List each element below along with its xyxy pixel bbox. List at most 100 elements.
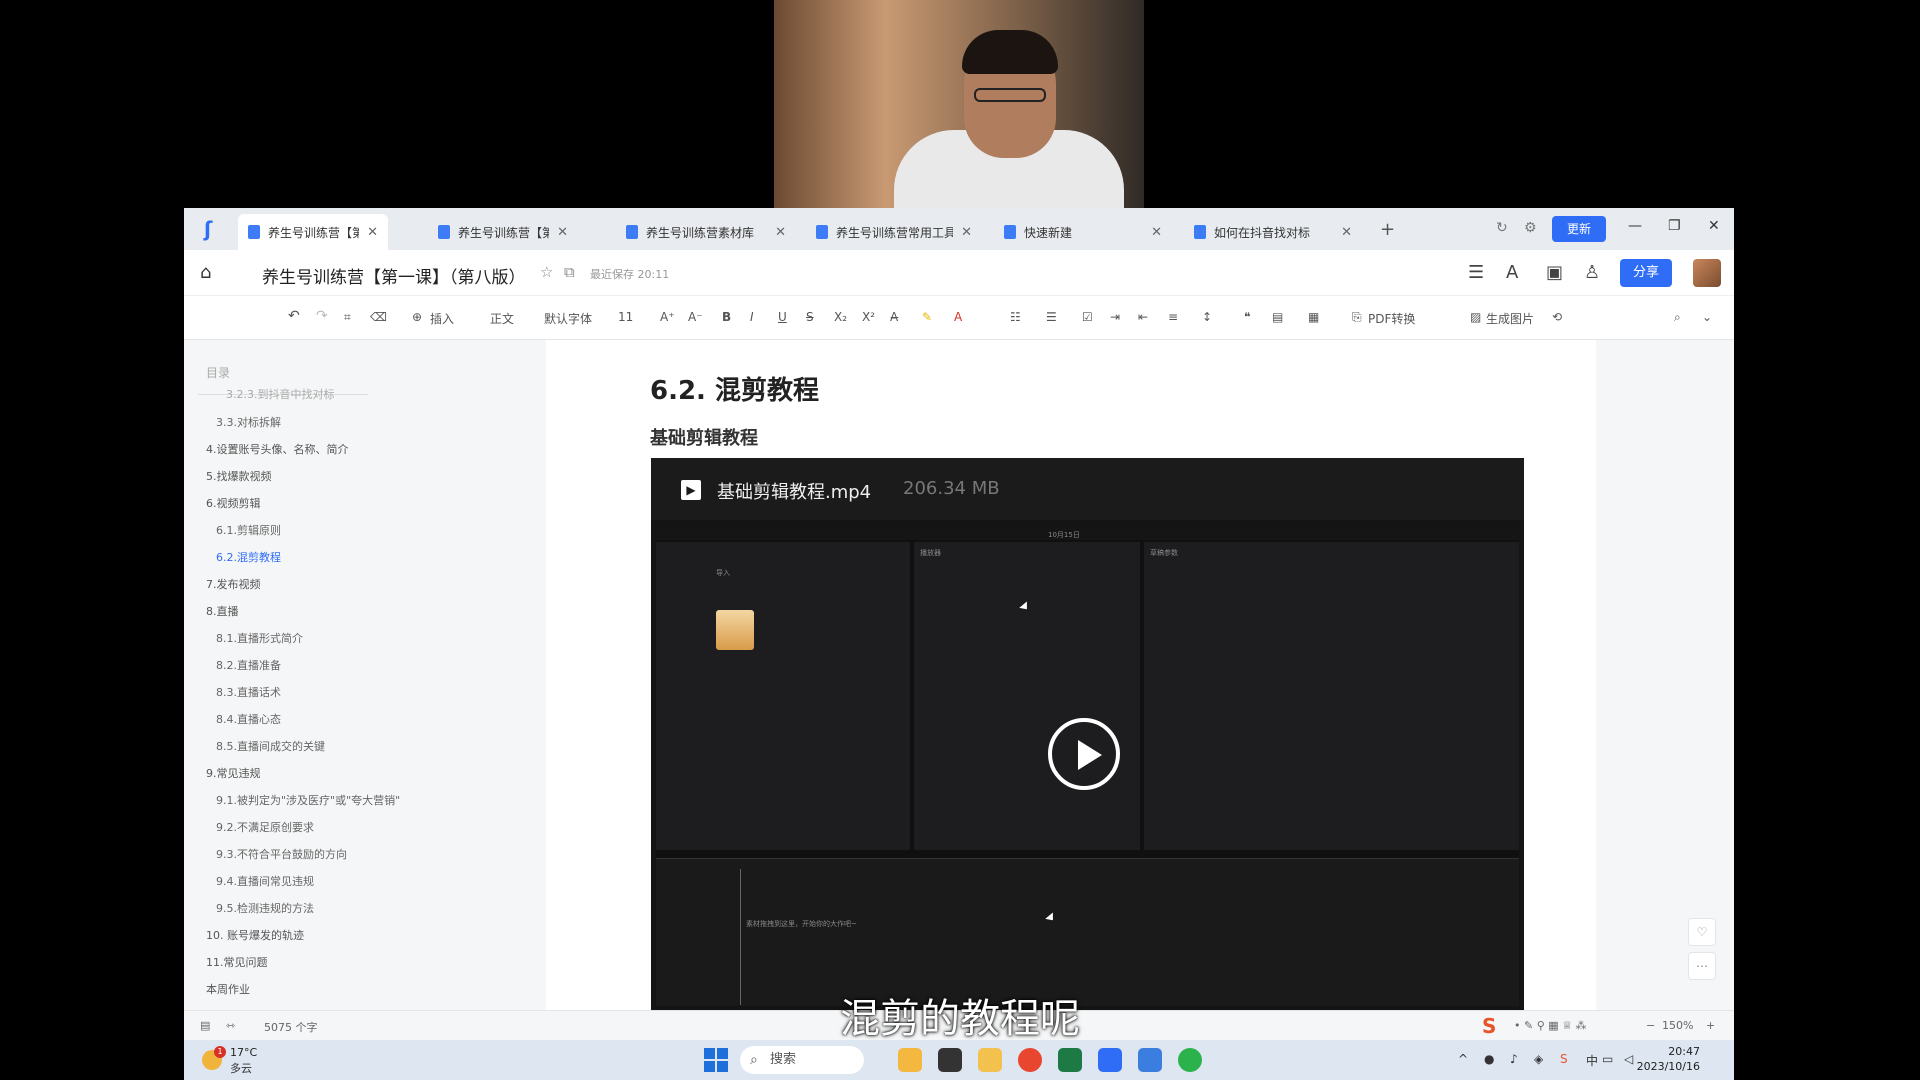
toc-item[interactable]: 4.设置账号头像、名称、简介	[206, 441, 349, 457]
close-tab-icon[interactable]: ✕	[557, 225, 568, 240]
minimize-icon[interactable]: —	[1628, 218, 1642, 234]
underline-icon[interactable]: U	[778, 310, 787, 324]
tab-doc-1[interactable]: 养生号训练营【第一课】... ✕	[238, 214, 388, 250]
table-icon[interactable]: ▦	[1308, 310, 1319, 324]
font-color-icon[interactable]: A	[954, 310, 962, 324]
toc-item-active[interactable]: 6.2.混剪教程	[216, 549, 281, 565]
task-view-icon[interactable]	[938, 1048, 962, 1072]
align-icon[interactable]: ≡	[1168, 310, 1178, 324]
ime-mode-label[interactable]: 中	[1586, 1052, 1598, 1069]
star-icon[interactable]: ☆	[540, 263, 553, 281]
tray-chevron-icon[interactable]: ^	[1458, 1052, 1468, 1066]
chevron-down-icon[interactable]: ⌄	[1702, 310, 1712, 324]
tab-quick-new[interactable]: 快速新建 ✕	[994, 214, 1172, 250]
line-spacing-icon[interactable]: ↕	[1202, 310, 1212, 324]
toc-item[interactable]: 7.发布视频	[206, 576, 261, 592]
highlight-icon[interactable]: ✎	[922, 310, 932, 324]
indent-decrease-icon[interactable]: ⇤	[1138, 310, 1148, 324]
close-tab-icon[interactable]: ✕	[961, 225, 972, 240]
tab-doc-6[interactable]: 如何在抖音找对标 ✕	[1184, 214, 1362, 250]
font-family-select[interactable]: 默认字体	[544, 310, 592, 327]
home-icon[interactable]: ⌂	[200, 262, 211, 283]
indent-increase-icon[interactable]: ⇥	[1110, 310, 1120, 324]
toc-item[interactable]: 8.2.直播准备	[216, 657, 281, 673]
restore-icon[interactable]: ❐	[1668, 218, 1681, 234]
toc-item[interactable]: 9.常见违规	[206, 765, 261, 781]
present-icon[interactable]: ▣	[1546, 262, 1563, 283]
tab-doc-2[interactable]: 养生号训练营【第一课】... ✕	[428, 214, 578, 250]
toc-item[interactable]: 9.4.直播间常见违规	[216, 873, 314, 889]
app-logo-icon[interactable]: ʃ	[204, 218, 226, 240]
clear-format-icon[interactable]: ⌫	[370, 310, 387, 324]
clock-date[interactable]: 2023/10/16	[1610, 1060, 1700, 1073]
toc-item[interactable]: 9.5.检测违规的方法	[216, 900, 314, 916]
update-button[interactable]: 更新	[1552, 216, 1606, 242]
toc-item[interactable]: 8.4.直播心态	[216, 711, 281, 727]
weather-description[interactable]: 多云	[230, 1060, 252, 1076]
decrease-font-icon[interactable]: A⁻	[688, 310, 703, 324]
chrome-icon[interactable]	[1018, 1048, 1042, 1072]
toc-item[interactable]: 6.1.剪辑原则	[216, 522, 281, 538]
more-options-icon[interactable]: ⋯	[1688, 952, 1716, 980]
microphone-icon[interactable]: ♪	[1510, 1052, 1518, 1066]
generate-image-button[interactable]: 生成图片	[1486, 310, 1534, 327]
clock-time[interactable]: 20:47	[1610, 1045, 1700, 1058]
superscript-icon[interactable]: X²	[862, 310, 875, 324]
start-icon[interactable]	[704, 1048, 728, 1072]
numbered-list-icon[interactable]: ☰	[1046, 310, 1057, 324]
close-tab-icon[interactable]: ✕	[1151, 225, 1162, 240]
close-tab-icon[interactable]: ✕	[775, 225, 786, 240]
toc-item[interactable]: 9.1.被判定为"涉及医疗"或"夸大营销"	[216, 792, 400, 808]
widgets-icon[interactable]	[898, 1048, 922, 1072]
wechat-icon[interactable]	[1178, 1048, 1202, 1072]
pdf-icon[interactable]: ⎘	[1352, 310, 1362, 325]
text-format-icon[interactable]: A	[1506, 262, 1518, 283]
quote-icon[interactable]: ❝	[1244, 310, 1250, 324]
weather-temperature[interactable]: 17°C	[230, 1046, 257, 1059]
bullet-list-icon[interactable]: ☷	[1010, 310, 1021, 324]
feedback-icon[interactable]: ♡	[1688, 918, 1716, 946]
undo-icon[interactable]: ↶	[288, 308, 300, 324]
tray-app-icon[interactable]: ◈	[1534, 1052, 1543, 1066]
text-effect-icon[interactable]: A̶	[890, 310, 898, 324]
video-attachment[interactable]: ▶ 基础剪辑教程.mp4 206.34 MB 10月15日 导入 播放器 草稿参…	[651, 458, 1524, 1010]
meeting-app-icon[interactable]	[1138, 1048, 1162, 1072]
avatar[interactable]	[1693, 259, 1721, 287]
toc-item[interactable]: 3.3.对标拆解	[216, 414, 281, 430]
taskbar-search[interactable]: 搜索	[740, 1046, 864, 1074]
italic-icon[interactable]: I	[750, 310, 754, 324]
toc-item[interactable]: 9.3.不符合平台鼓励的方向	[216, 846, 347, 862]
close-tab-icon[interactable]: ✕	[1341, 225, 1352, 240]
insert-menu[interactable]: 插入	[430, 310, 454, 327]
document-app-icon[interactable]	[1098, 1048, 1122, 1072]
tab-doc-3[interactable]: 养生号训练营素材库 ✕	[616, 214, 796, 250]
tray-app-icon[interactable]: ●	[1484, 1052, 1494, 1066]
format-painter-icon[interactable]: ⌗	[344, 310, 351, 325]
bold-icon[interactable]: B	[722, 310, 731, 324]
close-window-icon[interactable]: ✕	[1708, 218, 1720, 234]
toc-item[interactable]: 5.找爆款视频	[206, 468, 272, 484]
paragraph-style-select[interactable]: 正文	[490, 310, 514, 327]
toc-item[interactable]: 9.2.不满足原创要求	[216, 819, 314, 835]
toc-item[interactable]: 11.常见问题	[206, 954, 268, 970]
search-icon[interactable]: ⌕	[1674, 310, 1681, 325]
collaborators-icon[interactable]: ♙	[1584, 262, 1600, 283]
toc-item[interactable]: 6.视频剪辑	[206, 495, 261, 511]
sync-icon[interactable]: ↻	[1496, 220, 1508, 236]
menu-icon[interactable]: ☰	[1468, 262, 1484, 283]
tab-doc-4[interactable]: 养生号训练营常用工具 ✕	[806, 214, 982, 250]
strikethrough-icon[interactable]: S	[806, 310, 814, 324]
excel-icon[interactable]	[1058, 1048, 1082, 1072]
more-tools-icon[interactable]: ⟲	[1552, 310, 1562, 324]
toc-item[interactable]: 8.3.直播话术	[216, 684, 281, 700]
subscript-icon[interactable]: X₂	[834, 310, 847, 324]
new-tab-icon[interactable]: +	[1380, 219, 1395, 240]
settings-icon[interactable]: ⚙	[1524, 220, 1537, 236]
file-explorer-icon[interactable]	[978, 1048, 1002, 1072]
toc-item[interactable]: 10. 账号爆发的轨迹	[206, 927, 304, 943]
toc-item[interactable]: 8.5.直播间成交的关键	[216, 738, 325, 754]
checklist-icon[interactable]: ☑	[1082, 310, 1093, 324]
increase-font-icon[interactable]: A⁺	[660, 310, 675, 324]
document-title[interactable]: 养生号训练营【第一课】（第八版）	[262, 263, 526, 288]
ime-tray-icon[interactable]: S	[1560, 1052, 1568, 1066]
